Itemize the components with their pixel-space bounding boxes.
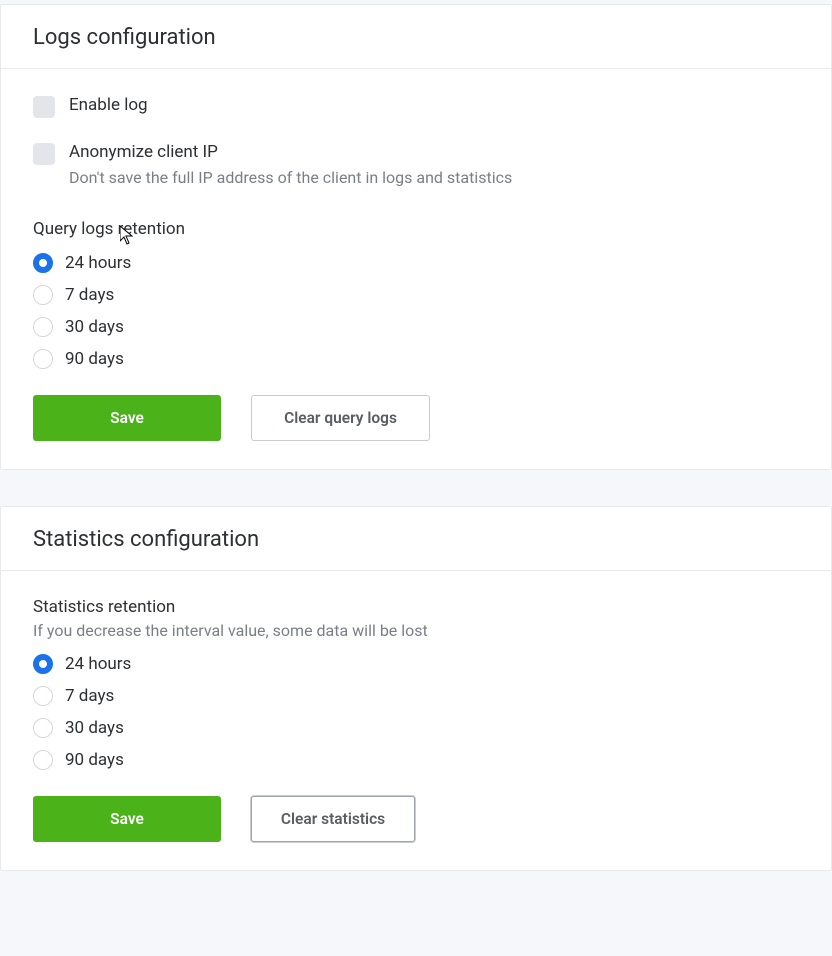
radio-label: 24 hours: [65, 654, 131, 674]
enable-log-checkbox[interactable]: [33, 96, 55, 118]
stats-retention-helper: If you decrease the interval value, some…: [33, 621, 799, 640]
radio-label: 90 days: [65, 349, 124, 369]
logs-button-row: Save Clear query logs: [33, 395, 799, 441]
clear-statistics-button[interactable]: Clear statistics: [251, 796, 415, 842]
logs-configuration-card: Logs configuration Enable log Anonymize …: [0, 4, 832, 470]
stats-retention-label: Statistics retention: [33, 597, 799, 617]
radio-icon: [33, 253, 53, 273]
radio-icon: [33, 686, 53, 706]
enable-log-content: Enable log: [69, 95, 148, 115]
stats-retention-option-90-days[interactable]: 90 days: [33, 750, 799, 770]
query-logs-retention-label: Query logs retention: [33, 219, 799, 239]
enable-log-label[interactable]: Enable log: [69, 95, 148, 115]
save-stats-button[interactable]: Save: [33, 796, 221, 842]
save-logs-button[interactable]: Save: [33, 395, 221, 441]
stats-card-header: Statistics configuration: [1, 507, 831, 571]
radio-icon: [33, 285, 53, 305]
stats-retention-block: Statistics retention If you decrease the…: [33, 597, 799, 640]
logs-card-body: Enable log Anonymize client IP Don't sav…: [1, 69, 831, 469]
stats-retention-option-30-days[interactable]: 30 days: [33, 718, 799, 738]
radio-icon: [33, 718, 53, 738]
logs-retention-option-7-days[interactable]: 7 days: [33, 285, 799, 305]
radio-label: 7 days: [65, 686, 114, 706]
anonymize-ip-checkbox[interactable]: [33, 143, 55, 165]
logs-retention-option-90-days[interactable]: 90 days: [33, 349, 799, 369]
query-logs-retention-group: 24 hours 7 days 30 days 90 days: [33, 253, 799, 369]
logs-retention-option-30-days[interactable]: 30 days: [33, 317, 799, 337]
radio-label: 30 days: [65, 317, 124, 337]
radio-icon: [33, 654, 53, 674]
stats-card-body: Statistics retention If you decrease the…: [1, 571, 831, 870]
radio-icon: [33, 317, 53, 337]
anonymize-ip-content: Anonymize client IP Don't save the full …: [69, 142, 512, 189]
enable-log-row: Enable log: [33, 95, 799, 118]
logs-retention-option-24-hours[interactable]: 24 hours: [33, 253, 799, 273]
anonymize-ip-helper: Don't save the full IP address of the cl…: [69, 166, 512, 189]
clear-query-logs-button[interactable]: Clear query logs: [251, 395, 430, 441]
stats-retention-option-24-hours[interactable]: 24 hours: [33, 654, 799, 674]
anonymize-ip-row: Anonymize client IP Don't save the full …: [33, 142, 799, 189]
radio-label: 7 days: [65, 285, 114, 305]
stats-button-row: Save Clear statistics: [33, 796, 799, 842]
radio-label: 30 days: [65, 718, 124, 738]
stats-title: Statistics configuration: [33, 527, 799, 552]
logs-card-header: Logs configuration: [1, 5, 831, 69]
anonymize-ip-label[interactable]: Anonymize client IP: [69, 142, 512, 162]
logs-title: Logs configuration: [33, 25, 799, 50]
radio-label: 24 hours: [65, 253, 131, 273]
stats-retention-group: 24 hours 7 days 30 days 90 days: [33, 654, 799, 770]
radio-label: 90 days: [65, 750, 124, 770]
stats-retention-option-7-days[interactable]: 7 days: [33, 686, 799, 706]
statistics-configuration-card: Statistics configuration Statistics rete…: [0, 506, 832, 871]
radio-icon: [33, 349, 53, 369]
radio-icon: [33, 750, 53, 770]
